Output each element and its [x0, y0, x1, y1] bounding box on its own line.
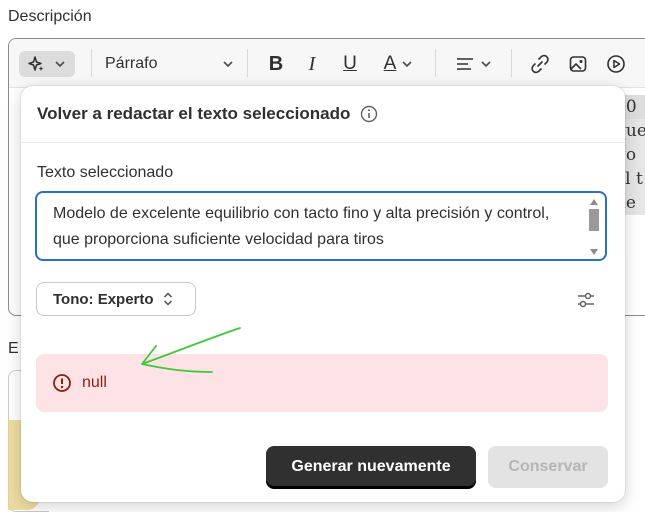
error-message: null: [82, 374, 107, 391]
ai-magic-button[interactable]: [19, 51, 75, 77]
scroll-thumb[interactable]: [589, 209, 599, 231]
regenerate-button[interactable]: Generar nuevamente: [266, 446, 476, 488]
scroll-down-arrow-icon[interactable]: [590, 249, 598, 255]
paragraph-style-select[interactable]: Párrafo: [105, 51, 235, 77]
editor-toolbar: Párrafo B I U A: [9, 39, 645, 88]
settings-sliders-icon[interactable]: [576, 290, 596, 310]
chevron-down-icon: [402, 61, 412, 68]
selected-text-area[interactable]: Modelo de excelente equilibrio con tacto…: [35, 191, 607, 261]
rewrite-popover: Volver a redactar el texto seleccionado …: [21, 86, 625, 502]
description-label: Descripción: [8, 8, 92, 25]
play-circle-icon: [607, 55, 625, 73]
selected-text-label: Texto seleccionado: [37, 164, 174, 181]
link-button[interactable]: [529, 51, 551, 77]
align-left-icon: [457, 58, 473, 70]
underline-button[interactable]: U: [339, 51, 361, 77]
align-button[interactable]: [453, 51, 495, 77]
image-icon: [569, 56, 587, 72]
image-button[interactable]: [567, 51, 589, 77]
scroll-up-arrow-icon[interactable]: [590, 199, 598, 205]
chevron-down-icon: [223, 61, 233, 68]
chevron-down-icon: [55, 61, 65, 68]
keep-button[interactable]: Conservar: [488, 446, 608, 488]
text-color-button[interactable]: A: [377, 51, 421, 77]
popover-title: Volver a redactar el texto seleccionado: [37, 104, 351, 123]
alert-circle-icon: [53, 374, 71, 392]
select-chevron-icon: [163, 292, 172, 306]
paragraph-style-label: Párrafo: [105, 55, 158, 72]
sparkle-icon: [28, 56, 44, 71]
popover-header: Volver a redactar el texto seleccionado: [21, 86, 625, 143]
video-button[interactable]: [605, 51, 627, 77]
link-icon: [531, 54, 549, 74]
tone-select[interactable]: Tono: Experto: [36, 282, 196, 316]
tone-label: Tono: Experto: [53, 290, 154, 308]
italic-button[interactable]: I: [301, 51, 323, 77]
second-field-label: E: [8, 340, 19, 357]
textarea-scrollbar[interactable]: [587, 197, 601, 257]
selected-text-content: Modelo de excelente equilibrio con tacto…: [53, 205, 550, 248]
info-icon[interactable]: [360, 105, 378, 123]
annotation-arrow-icon: [141, 327, 241, 373]
chevron-down-icon: [481, 61, 491, 68]
error-banner: null: [36, 354, 608, 412]
text-color-label: A: [383, 53, 397, 74]
bold-button[interactable]: B: [265, 51, 287, 77]
